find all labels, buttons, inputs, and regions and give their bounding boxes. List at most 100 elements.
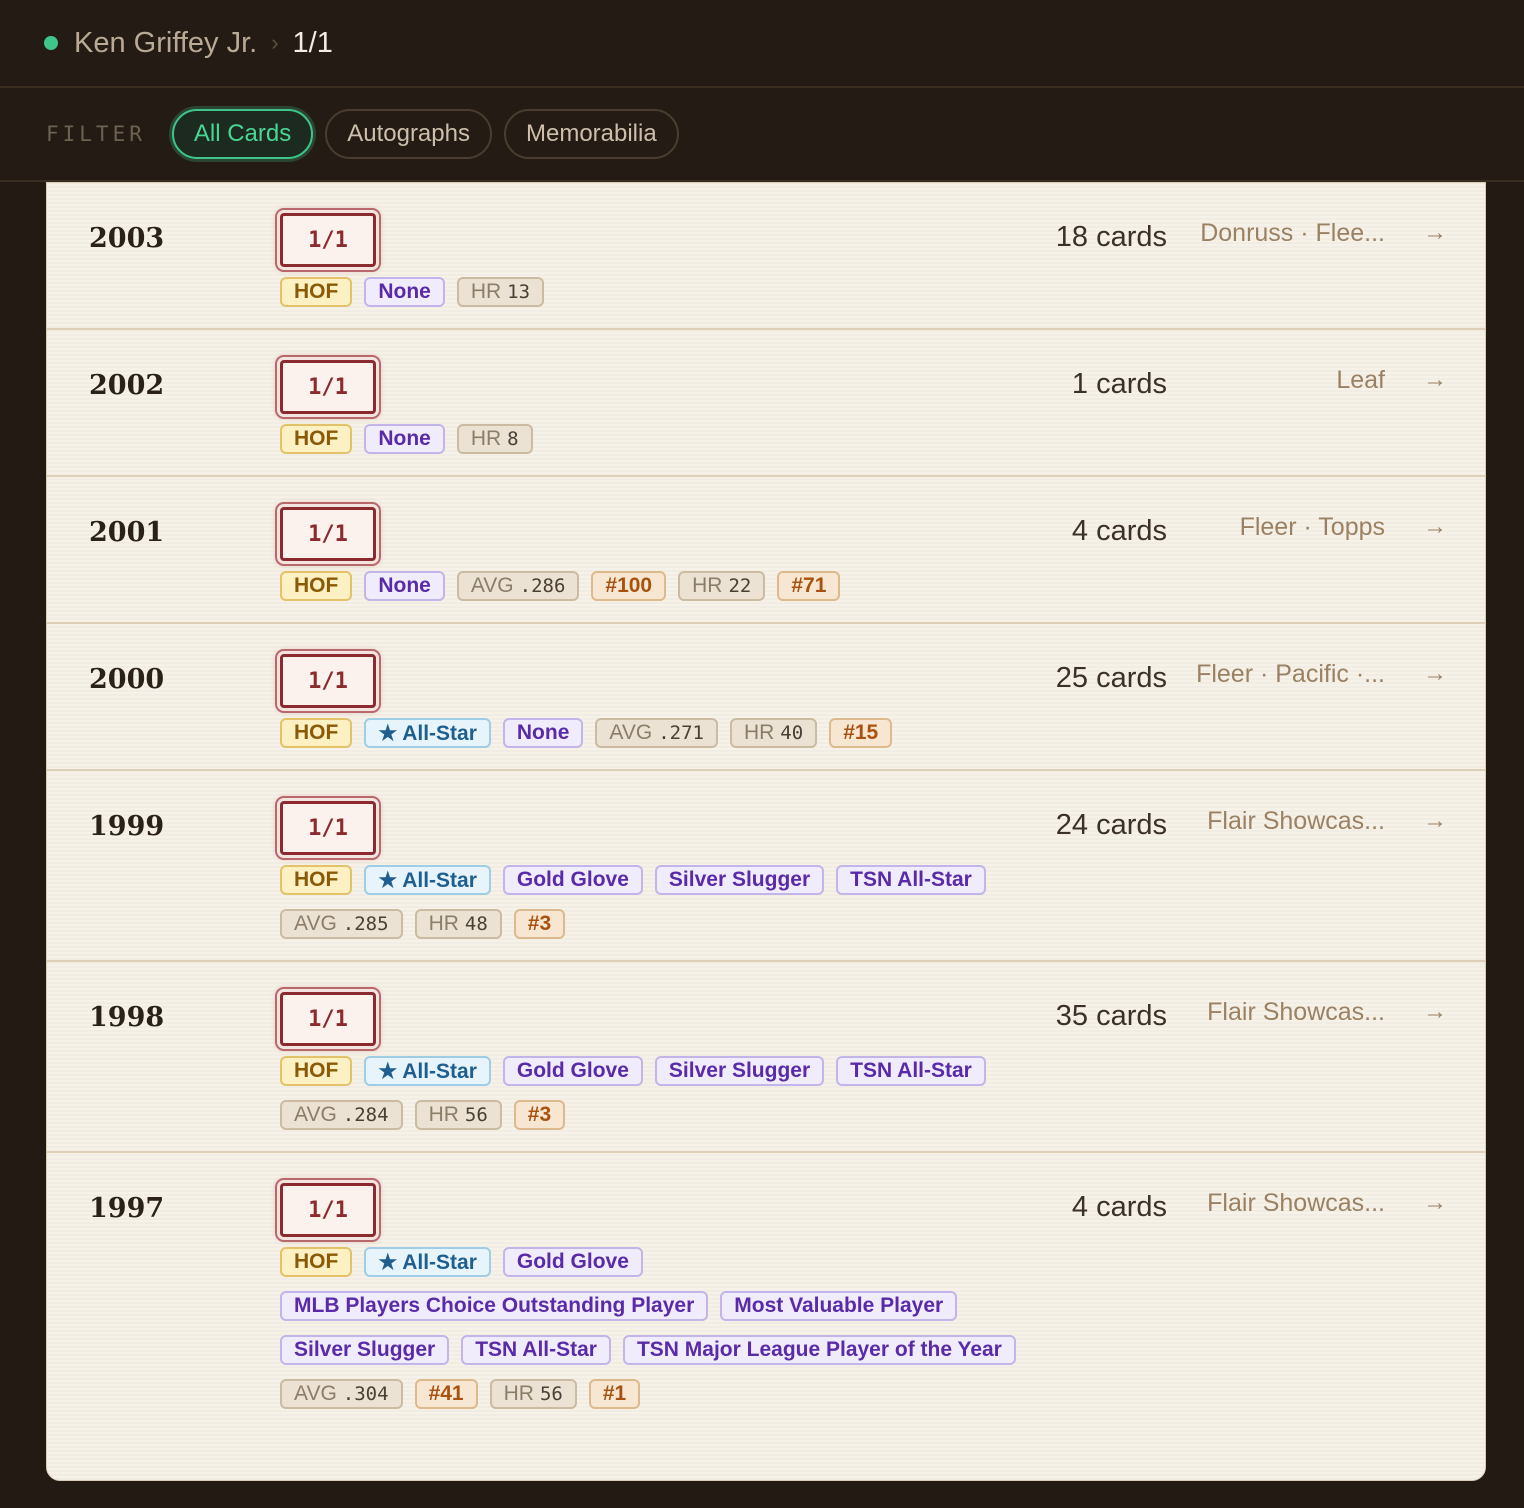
filter-bar: FILTER All Cards Autographs Memorabilia [0, 88, 1524, 182]
year-row[interactable]: 2002 1/1 1 cards Leaf → HOF None HR 8 [47, 330, 1485, 477]
tag-list: HOF ★ All-Star Gold Glove Silver Slugger TSN… [280, 1056, 1040, 1130]
card-count: 18 cards [1055, 221, 1167, 253]
stat-value: 22 [728, 575, 752, 597]
arrow-right-icon[interactable]: → [1423, 1189, 1447, 1217]
arrow-right-icon[interactable]: → [1423, 998, 1447, 1026]
stat-key: HR [470, 427, 502, 450]
stat-value: 48 [464, 913, 488, 935]
stat-key: HR [692, 574, 723, 597]
card-count: 25 cards [1055, 662, 1167, 694]
year-row[interactable]: 1999 1/1 24 cards Flair Showcas... → HOF ★ All… [47, 771, 1485, 962]
rank-badge: #3 [513, 1100, 566, 1130]
row-year: 2001 [89, 517, 165, 548]
card-count: 4 cards [1071, 1191, 1167, 1223]
award-badge: Silver Slugger [280, 1335, 450, 1365]
year-row[interactable]: 1998 1/1 35 cards Flair Showcas... → HOF ★ All… [47, 962, 1485, 1153]
stat-key: HR [428, 1103, 459, 1126]
arrow-right-icon[interactable]: → [1423, 366, 1447, 394]
year-row[interactable]: 2003 1/1 18 cards Donruss · Flee... → HOF None… [47, 183, 1485, 330]
hof-badge: HOF [280, 865, 353, 895]
stat-value: 56 [464, 1104, 488, 1126]
set-names: Fleer · Pacific ·... [1196, 660, 1385, 688]
hof-badge: HOF [280, 277, 353, 307]
one-of-one-stamp: 1/1 [280, 992, 376, 1046]
award-badge: Gold Glove [502, 1247, 643, 1277]
arrow-right-icon[interactable]: → [1423, 660, 1447, 688]
award-badge: None [364, 571, 445, 601]
all-star-badge: ★ All-Star [364, 1056, 491, 1086]
rank-badge: #100 [591, 571, 667, 601]
year-row[interactable]: 2000 1/1 25 cards Fleer · Pacific ·... → HOF ★… [47, 624, 1485, 771]
stat-key: AVG [294, 912, 337, 935]
one-of-one-stamp: 1/1 [280, 1183, 376, 1237]
hof-badge: HOF [280, 424, 353, 454]
filter-autographs[interactable]: Autographs [325, 109, 492, 159]
year-row[interactable]: 1997 1/1 4 cards Flair Showcas... → HOF ★ All-… [47, 1153, 1485, 1480]
set-names: Flair Showcas... [1207, 807, 1385, 835]
breadcrumb-player[interactable]: Ken Griffey Jr. [74, 27, 257, 60]
stat-key: AVG [294, 1103, 337, 1126]
rank-badge: #41 [414, 1379, 478, 1409]
set-names: Donruss · Flee... [1200, 219, 1385, 247]
set-names: Fleer · Topps [1239, 513, 1385, 541]
arrow-right-icon[interactable]: → [1423, 219, 1447, 247]
tag-list: HOF ★ All-Star Gold Glove Silver Slugger TSN… [280, 865, 1040, 939]
filter-memorabilia[interactable]: Memorabilia [503, 109, 679, 159]
stat-badge: HR 56 [489, 1379, 577, 1409]
award-badge: Gold Glove [502, 1056, 643, 1086]
card-count: 24 cards [1055, 809, 1167, 841]
stat-value: .304 [342, 1383, 389, 1405]
award-badge: Most Valuable Player [720, 1291, 958, 1321]
hof-badge: HOF [280, 718, 353, 748]
card-count: 35 cards [1055, 1000, 1167, 1032]
card-count: 4 cards [1071, 515, 1167, 547]
rank-badge: #71 [777, 571, 841, 601]
stat-value: .285 [342, 913, 389, 935]
stat-value: .284 [342, 1104, 389, 1126]
stat-value: .286 [519, 575, 566, 597]
award-badge: None [364, 424, 445, 454]
stat-value: .271 [658, 722, 704, 744]
card-count: 1 cards [1071, 368, 1167, 400]
row-year: 2000 [89, 664, 165, 695]
stat-badge: HR 8 [456, 424, 533, 454]
stat-value: 56 [539, 1383, 563, 1405]
stat-value: 40 [780, 722, 804, 744]
year-list: 2003 1/1 18 cards Donruss · Flee... → HOF None… [46, 182, 1486, 1481]
stat-key: AVG [470, 574, 514, 597]
stat-key: HR [470, 280, 502, 303]
set-names: Flair Showcas... [1207, 1189, 1385, 1217]
stat-key: HR [743, 721, 775, 744]
status-dot [44, 36, 58, 50]
arrow-right-icon[interactable]: → [1423, 807, 1447, 835]
stat-badge: AVG .284 [280, 1100, 403, 1130]
award-badge: TSN All-Star [836, 865, 986, 895]
row-year: 2002 [89, 370, 165, 401]
stat-key: AVG [294, 1382, 337, 1405]
hof-badge: HOF [280, 1247, 353, 1277]
row-year: 1998 [89, 1002, 165, 1033]
arrow-right-icon[interactable]: → [1423, 513, 1447, 541]
stat-badge: AVG .286 [456, 571, 580, 601]
stat-value: 8 [507, 428, 519, 450]
award-badge: TSN All-Star [461, 1335, 611, 1365]
one-of-one-stamp: 1/1 [280, 360, 376, 414]
stat-value: 13 [507, 281, 531, 303]
all-star-badge: ★ All-Star [364, 865, 491, 895]
one-of-one-stamp: 1/1 [280, 507, 376, 561]
rank-badge: #1 [588, 1379, 641, 1409]
year-row[interactable]: 2001 1/1 4 cards Fleer · Topps → HOF None AVG .2… [47, 477, 1485, 624]
tag-list: HOF ★ All-Star Gold Glove MLB Players Choic… [280, 1247, 1040, 1409]
stat-badge: AVG .271 [595, 718, 718, 748]
tag-list: HOF ★ All-Star None AVG .271 HR 40 #15 [280, 718, 1040, 748]
stat-key: HR [428, 912, 459, 935]
stat-badge: HR 13 [456, 277, 545, 307]
one-of-one-stamp: 1/1 [280, 213, 376, 267]
award-badge: TSN All-Star [836, 1056, 986, 1086]
filter-all-cards[interactable]: All Cards [171, 109, 314, 159]
all-star-badge: ★ All-Star [364, 1247, 491, 1277]
award-badge: MLB Players Choice Outstanding Player [280, 1291, 709, 1321]
tag-list: HOF None HR 8 [280, 424, 1040, 454]
award-badge: None [364, 277, 445, 307]
award-badge: Silver Slugger [654, 865, 825, 895]
